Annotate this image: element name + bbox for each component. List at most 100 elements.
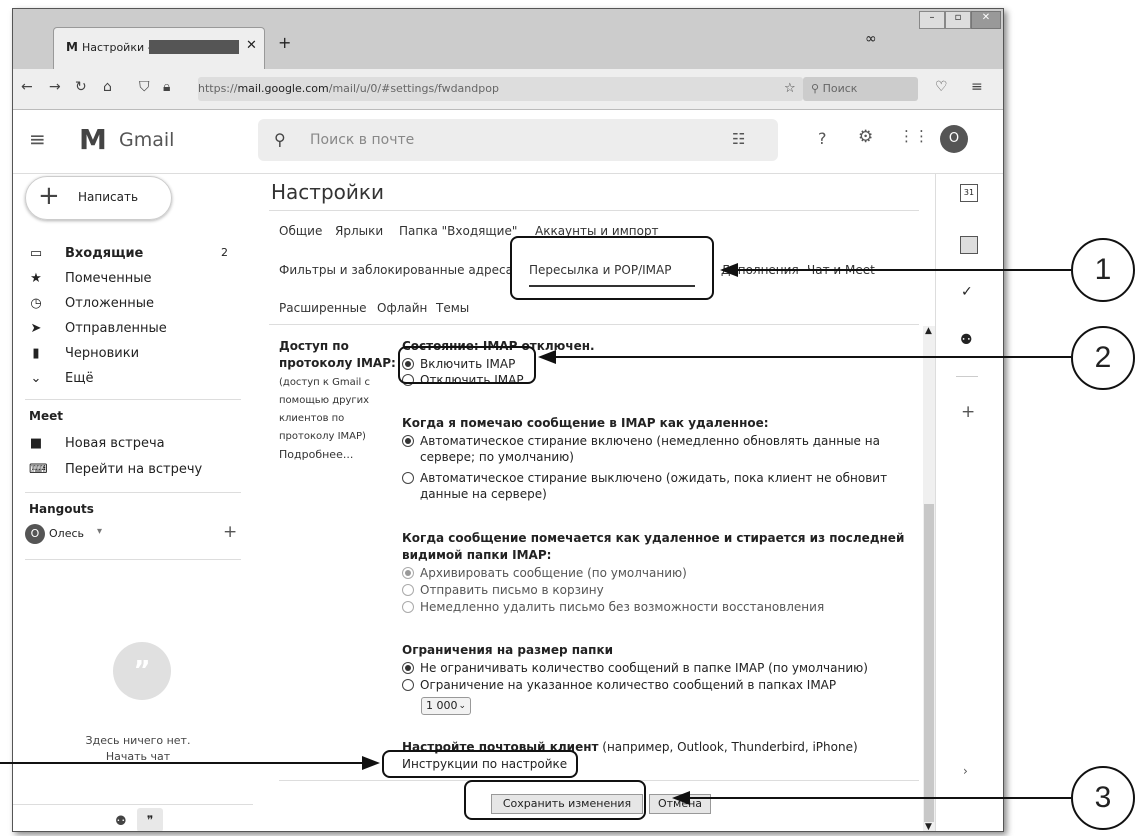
- pocket-icon[interactable]: ♡: [935, 79, 948, 95]
- private-mask-icon: ∞: [865, 31, 877, 47]
- limit-radio[interactable]: Ограничение на указанное количество сооб…: [402, 677, 836, 693]
- compose-label: Написать: [78, 190, 139, 204]
- learn-more-link[interactable]: Подробнее...: [279, 448, 353, 461]
- reload-icon[interactable]: ↻: [75, 79, 87, 95]
- back-icon[interactable]: ←: [21, 79, 33, 95]
- shield-icon: ⛉: [139, 79, 150, 95]
- home-icon[interactable]: ⌂: [103, 79, 112, 95]
- sidebar-item-more[interactable]: ⌄ Ещё: [13, 371, 243, 391]
- hangouts-user-selector[interactable]: О Олесь ▾ +: [25, 522, 241, 548]
- imap-section-label: Доступ по: [279, 339, 349, 353]
- sidebar-item-label: Входящие: [65, 246, 144, 261]
- close-window-icon[interactable]: ✕: [971, 11, 1001, 29]
- expunge-section-title: видимой папки IMAP:: [402, 548, 552, 562]
- navigation-bar: ← → ↻ ⌂ ⛉ 🔒︎ https://mail.google.com/mai…: [13, 69, 1003, 110]
- scroll-down-icon[interactable]: ▼: [925, 822, 932, 831]
- callout-number-2: 2: [1071, 326, 1135, 390]
- sidebar-item-label: Черновики: [65, 346, 140, 361]
- callout-line-2: [555, 356, 1071, 358]
- account-avatar[interactable]: O: [940, 125, 968, 153]
- close-tab-icon[interactable]: ✕: [246, 38, 257, 53]
- chevron-down-icon: ⌄: [458, 701, 466, 711]
- browser-tab[interactable]: M Настройки - ✕: [53, 27, 265, 70]
- chevron-down-icon[interactable]: ▾: [97, 526, 102, 537]
- sidebar-item-snoozed[interactable]: ◷ Отложенные: [13, 296, 243, 316]
- help-icon[interactable]: ?: [818, 129, 827, 148]
- tab-general[interactable]: Общие: [279, 224, 322, 238]
- maximize-icon[interactable]: ▫: [945, 11, 971, 29]
- sidebar-item-inbox[interactable]: ▭ Входящие 2: [13, 246, 243, 266]
- radio-icon: [402, 601, 414, 613]
- chevron-right-icon[interactable]: ›: [963, 764, 968, 778]
- hangouts-avatar: О: [25, 524, 45, 544]
- settings-gear-icon[interactable]: ⚙: [858, 127, 873, 147]
- calendar-icon[interactable]: 31: [960, 184, 978, 202]
- contacts-icon[interactable]: ⚉: [960, 332, 973, 348]
- forward-icon[interactable]: →: [49, 79, 61, 95]
- send-icon: ➤: [30, 321, 42, 336]
- callout-line-instructions: [0, 762, 362, 764]
- meet-new-meeting[interactable]: ■ Новая встреча: [13, 436, 243, 456]
- search-icon[interactable]: ⚲: [274, 130, 286, 149]
- divider: [269, 324, 919, 325]
- tab-inbox[interactable]: Папка "Входящие": [399, 224, 517, 238]
- limit-select[interactable]: 1 000 ⌄: [421, 697, 471, 715]
- new-tab-button[interactable]: +: [278, 33, 291, 52]
- callout-line-1: [738, 269, 1071, 271]
- person-icon[interactable]: ⚉: [115, 814, 127, 829]
- minimize-icon[interactable]: –: [919, 11, 945, 29]
- option-label-cont: данные на сервере): [420, 487, 547, 501]
- search-options-icon[interactable]: ☷: [732, 130, 745, 148]
- hangouts-title: Hangouts: [29, 502, 94, 516]
- mail-search-box[interactable]: ⚲ Поиск в почте ☷: [258, 119, 778, 161]
- keep-icon[interactable]: [960, 236, 978, 254]
- chevron-down-icon: ⌄: [30, 371, 42, 386]
- tab-labels[interactable]: Ярлыки: [335, 224, 383, 238]
- scroll-up-icon[interactable]: ▲: [925, 326, 932, 336]
- inbox-icon: ▭: [29, 246, 43, 261]
- gmail-app-name: Gmail: [119, 129, 175, 151]
- menu-icon[interactable]: ≡: [971, 79, 983, 95]
- callout-line-3: [688, 797, 1071, 799]
- tab-themes[interactable]: Темы: [436, 301, 469, 315]
- sidebar-item-drafts[interactable]: ▮ Черновики: [13, 346, 243, 366]
- compose-button[interactable]: + Написать: [25, 176, 172, 220]
- browser-search-box[interactable]: ⚲ Поиск: [803, 77, 918, 101]
- hangouts-tab-icon[interactable]: ❞: [137, 808, 163, 831]
- option-label: Автоматическое стирание выключено (ожида…: [420, 471, 888, 485]
- trash-radio[interactable]: Отправить письмо в корзину: [402, 582, 604, 598]
- meet-join-meeting[interactable]: ⌨ Перейти на встречу: [13, 462, 243, 482]
- tasks-icon[interactable]: ✓: [961, 284, 973, 300]
- bookmark-star-icon[interactable]: ☆: [784, 77, 796, 101]
- add-contact-icon[interactable]: +: [223, 522, 237, 542]
- arrow-left-icon: [672, 791, 690, 805]
- divider: [25, 492, 241, 493]
- archive-radio[interactable]: Архивировать сообщение (по умолчанию): [402, 565, 687, 581]
- tab-offline[interactable]: Офлайн: [377, 301, 427, 315]
- sidebar-item-sent[interactable]: ➤ Отправленные: [13, 321, 243, 341]
- scrollbar-thumb[interactable]: [924, 504, 934, 822]
- empty-chat-text: Здесь ничего нет.: [85, 734, 191, 747]
- tab-filters[interactable]: Фильтры и заблокированные адреса: [279, 263, 513, 277]
- sidebar-item-starred[interactable]: ★ Помеченные: [13, 271, 243, 291]
- url-prefix: https://: [198, 82, 238, 95]
- window-controls: – ▫ ✕: [919, 11, 1001, 29]
- gmail-logo-icon[interactable]: M: [79, 123, 107, 156]
- page-title: Настройки: [271, 180, 384, 204]
- hangouts-user-name: Олесь: [49, 527, 84, 540]
- auto-expunge-on-radio[interactable]: Автоматическое стирание включено (немедл…: [402, 433, 880, 449]
- add-addon-icon[interactable]: +: [961, 402, 975, 422]
- delete-forever-radio[interactable]: Немедленно удалить письмо без возможност…: [402, 599, 824, 615]
- main-menu-icon[interactable]: ≡: [29, 127, 46, 151]
- tab-advanced[interactable]: Расширенные: [279, 301, 367, 315]
- plus-icon: +: [38, 181, 60, 211]
- limit-select-value: 1 000: [426, 699, 458, 712]
- expunge-section-title: Когда сообщение помечается как удаленное…: [402, 531, 905, 545]
- address-bar[interactable]: https://mail.google.com/mail/u/0/#settin…: [198, 77, 803, 101]
- callout-number-3: 3: [1071, 766, 1135, 830]
- auto-expunge-off-radio[interactable]: Автоматическое стирание выключено (ожида…: [402, 470, 887, 486]
- apps-grid-icon[interactable]: ⋮⋮: [899, 127, 929, 145]
- radio-checked-icon: [402, 435, 414, 447]
- arrow-left-icon: [538, 350, 556, 364]
- no-limit-radio[interactable]: Не ограничивать количество сообщений в п…: [402, 660, 868, 676]
